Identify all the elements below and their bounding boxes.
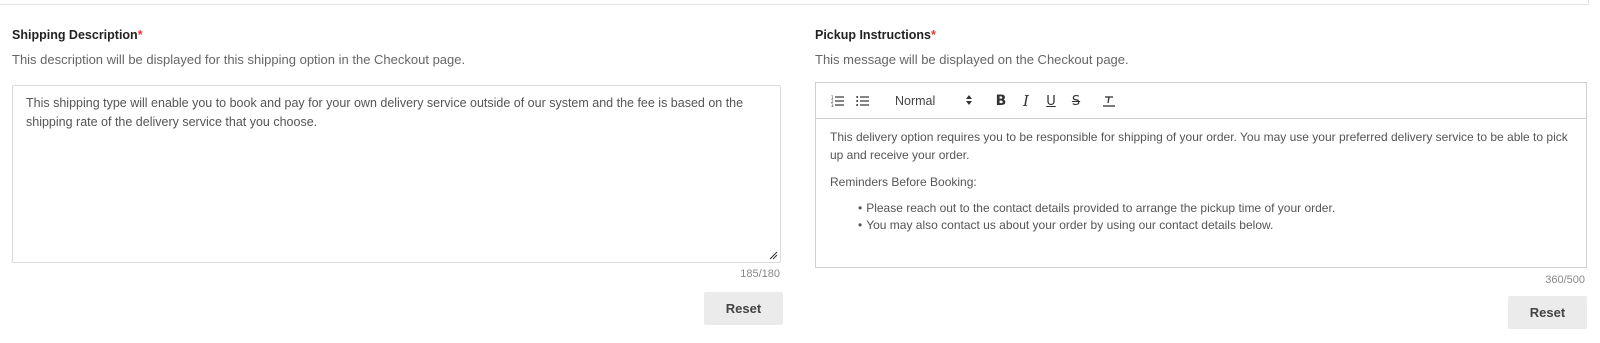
rich-text-editor: 1 2 3 Normal B I U S This delivery optio… [815, 82, 1587, 268]
content-paragraph: Reminders Before Booking: [830, 175, 977, 189]
list-item: Please reach out to the contact details … [858, 200, 1572, 217]
updown-arrows-icon [966, 95, 972, 105]
underline-button[interactable]: U [1043, 91, 1059, 111]
text-format-select[interactable]: Normal [895, 91, 977, 111]
clear-format-icon[interactable] [1101, 91, 1117, 111]
shipping-description-label: Shipping Description* [12, 28, 143, 42]
strikethrough-button[interactable]: S [1068, 91, 1084, 111]
textarea-value[interactable]: This shipping type will enable you to bo… [13, 86, 780, 140]
character-counter: 360/500 [1545, 274, 1585, 286]
italic-button[interactable]: I [1018, 91, 1034, 111]
editor-toolbar: 1 2 3 Normal B I U S [816, 83, 1586, 119]
shipping-description-help: This description will be displayed for t… [12, 52, 466, 67]
editor-content[interactable]: This delivery option requires you to be … [816, 119, 1586, 243]
svg-text:3: 3 [831, 103, 834, 107]
list-item: You may also contact us about your order… [858, 217, 1572, 234]
reset-button[interactable]: Reset [704, 292, 783, 325]
bold-button[interactable]: B [993, 91, 1009, 111]
character-counter: 185/180 [740, 268, 780, 280]
shipping-description-textarea[interactable]: This shipping type will enable you to bo… [12, 85, 781, 263]
reset-button[interactable]: Reset [1508, 296, 1587, 329]
pickup-instructions-help: This message will be displayed on the Ch… [815, 52, 1129, 67]
label-text: Pickup Instructions [815, 28, 931, 42]
required-asterisk: * [931, 28, 936, 42]
label-text: Shipping Description [12, 28, 138, 42]
ordered-list-icon[interactable]: 1 2 3 [830, 91, 846, 111]
content-bullet-list: Please reach out to the contact details … [830, 200, 1572, 234]
section-divider [0, 0, 1589, 5]
content-paragraph: This delivery option requires you to be … [830, 130, 1568, 162]
format-select-value: Normal [895, 94, 936, 108]
pickup-instructions-label: Pickup Instructions* [815, 28, 936, 42]
required-asterisk: * [137, 28, 143, 42]
bullet-list-icon[interactable] [855, 91, 871, 111]
resize-handle-icon[interactable] [769, 251, 778, 260]
